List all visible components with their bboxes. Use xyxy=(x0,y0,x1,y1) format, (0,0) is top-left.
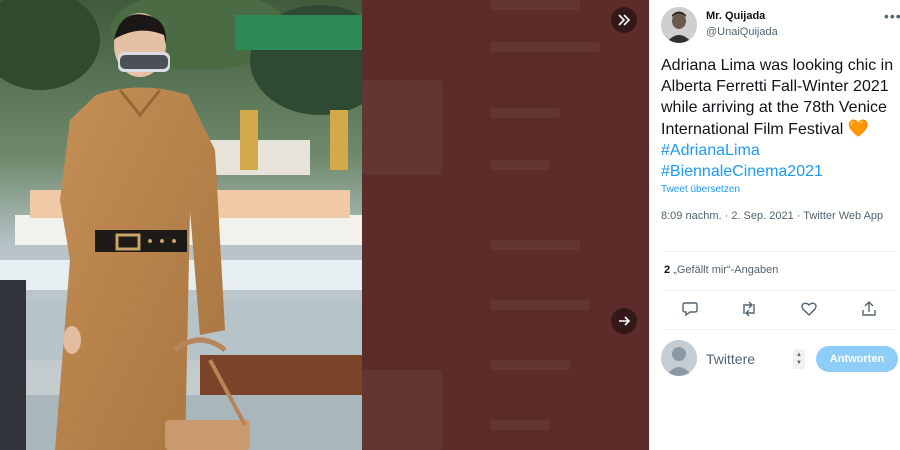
arrow-right-icon[interactable] xyxy=(611,308,637,334)
ghost-line xyxy=(490,0,580,10)
input-stepper[interactable]: ▲ ▼ xyxy=(793,349,805,369)
author-handle[interactable]: @UnaiQuijada xyxy=(706,26,778,38)
likes-number: 2 xyxy=(664,264,671,276)
divider xyxy=(661,329,897,330)
tweet-text: Adriana Lima was looking chic in Alberta… xyxy=(661,55,897,182)
author-name[interactable]: Mr. Quijada xyxy=(706,10,765,22)
ghost-line xyxy=(490,160,550,170)
user-avatar-image xyxy=(661,7,697,43)
reply-input[interactable] xyxy=(706,346,796,372)
default-user-icon xyxy=(661,340,697,376)
likes-count[interactable]: 2 „Gefällt mir“-Angaben xyxy=(664,264,778,276)
current-user-avatar[interactable] xyxy=(661,340,697,376)
reply-submit-button[interactable]: Antworten xyxy=(816,346,898,372)
more-icon[interactable]: ••• xyxy=(884,8,900,24)
heart-icon xyxy=(801,302,817,316)
tweet-timestamp[interactable]: 8:09 nachm. · 2. Sep. 2021 · Twitter Web… xyxy=(661,209,891,224)
ghost-thumbnail xyxy=(362,80,442,175)
ghost-line xyxy=(490,108,560,118)
divider xyxy=(661,290,897,291)
retweet-button[interactable] xyxy=(738,298,760,320)
translate-tweet-link[interactable]: Tweet übersetzen xyxy=(661,184,740,195)
reply-icon xyxy=(682,302,698,317)
woman-in-suede-jumpsuit-image xyxy=(0,0,362,450)
ghost-line xyxy=(490,300,590,310)
media-backdrop[interactable] xyxy=(362,0,649,450)
ghost-line xyxy=(490,42,600,52)
ghost-thumbnail xyxy=(362,370,442,450)
ghost-line xyxy=(490,420,550,430)
tweet-photo[interactable] xyxy=(0,0,362,450)
like-button[interactable] xyxy=(798,298,820,320)
hashtag-adrianalima[interactable]: #AdrianaLima xyxy=(661,142,760,159)
double-chevron-right-icon[interactable] xyxy=(611,7,637,33)
divider xyxy=(661,251,897,252)
ghost-line xyxy=(490,360,570,370)
reply-button[interactable] xyxy=(679,298,701,320)
share-icon xyxy=(862,301,876,316)
likes-label: „Gefällt mir“-Angaben xyxy=(673,264,779,276)
orange-heart-emoji: 🧡 xyxy=(847,119,869,138)
retweet-icon xyxy=(743,301,755,317)
avatar[interactable] xyxy=(661,7,697,43)
share-button[interactable] xyxy=(858,298,880,320)
tweet-media-viewer: Mr. Quijada @UnaiQuijada ••• Adriana Lim… xyxy=(0,0,900,450)
ghost-line xyxy=(490,240,580,250)
stepper-down-icon[interactable]: ▼ xyxy=(796,359,802,367)
hashtag-biennalecinema2021[interactable]: #BiennaleCinema2021 xyxy=(661,163,823,180)
tweet-detail-panel: Mr. Quijada @UnaiQuijada ••• Adriana Lim… xyxy=(649,0,900,450)
stepper-up-icon[interactable]: ▲ xyxy=(796,351,802,359)
